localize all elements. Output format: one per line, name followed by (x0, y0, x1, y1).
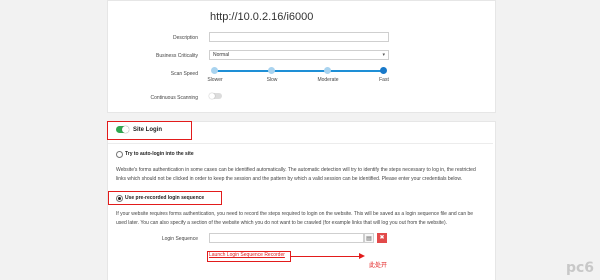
launch-login-sequence-recorder-link[interactable]: Launch Login Sequence Recorder (209, 252, 285, 258)
arrow-right-icon (359, 253, 365, 259)
scan-speed-stop-moderate[interactable] (324, 67, 331, 74)
speed-label-moderate: Moderate (317, 77, 339, 83)
continuous-scanning-label: Continuous Scanning (150, 95, 198, 101)
scan-speed-handle[interactable] (380, 67, 387, 74)
speed-label-slower: Slower (207, 77, 223, 83)
scan-speed-stop-slower[interactable] (211, 67, 218, 74)
scan-speed-label: Scan Speed (170, 71, 198, 77)
recorded-login-description-line1: If your website requires forms authentic… (116, 211, 474, 217)
annotation-arrow (290, 256, 360, 257)
recorded-login-description-line2: used later. You can also specify a secti… (116, 220, 448, 226)
scan-speed-stop-slow[interactable] (268, 67, 275, 74)
watermark-logo: pc6 (565, 260, 594, 276)
close-icon[interactable]: ✖ (377, 233, 387, 243)
recorded-login-option-label[interactable]: Use pre-recorded login sequence (125, 195, 204, 201)
description-input[interactable] (209, 32, 389, 42)
continuous-scanning-toggle[interactable] (209, 93, 222, 99)
description-label: Description (172, 35, 198, 41)
business-criticality-select[interactable]: Normal ▾ (209, 50, 389, 60)
caret-down-icon: ▾ (382, 52, 385, 58)
login-sequence-input[interactable] (209, 233, 364, 243)
auto-login-option-label[interactable]: Try to auto-login into the site (125, 151, 194, 157)
annotation-text: 此处开 (369, 262, 388, 269)
auto-login-description-line1: Website's forms authentication in some c… (116, 167, 476, 173)
auto-login-radio[interactable] (116, 151, 123, 158)
folder-icon[interactable]: ▤ (364, 233, 374, 243)
site-login-title: Site Login (133, 127, 162, 133)
auto-login-description-line2: links which should not be clicked in ord… (116, 176, 463, 182)
business-criticality-label: Business Criticality (156, 53, 198, 59)
speed-label-slow: Slow (266, 77, 278, 83)
speed-label-fast: Fast (379, 77, 389, 83)
divider (108, 143, 493, 144)
site-login-toggle[interactable] (116, 126, 129, 133)
business-criticality-value: Normal (213, 52, 230, 58)
target-url: http://10.0.2.16/i6000 (210, 11, 314, 23)
recorded-login-radio[interactable] (116, 195, 123, 202)
scan-speed-slider[interactable] (214, 70, 384, 72)
login-sequence-label: Login Sequence (161, 236, 198, 242)
